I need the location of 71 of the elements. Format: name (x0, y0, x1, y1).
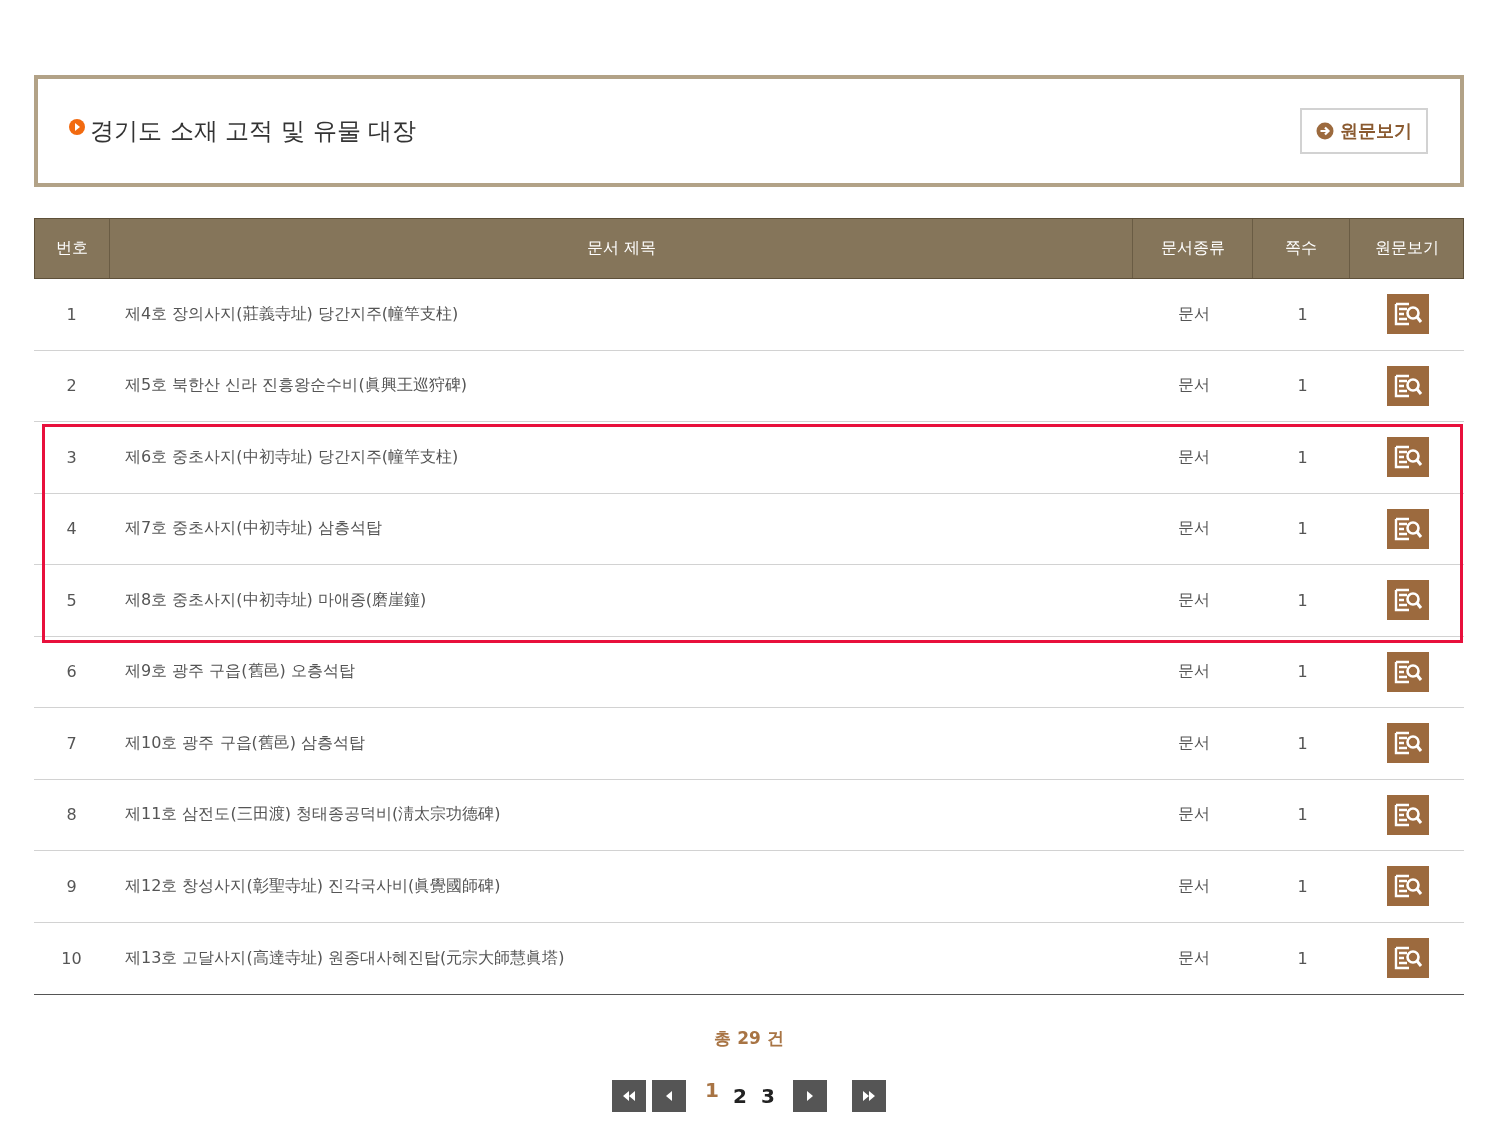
previous-page-button[interactable] (652, 1080, 687, 1112)
document-title[interactable]: 제5호 북한산 신라 진흥왕순수비(眞興王巡狩碑) (125, 375, 467, 397)
right-arrow-icon (806, 1091, 814, 1101)
document-title[interactable]: 제13호 고달사지(高達寺址) 원종대사혜진탑(元宗大師慧眞塔) (125, 947, 565, 969)
row-number: 8 (66, 805, 77, 825)
document-search-icon[interactable] (1386, 580, 1429, 621)
page-link[interactable]: 3 (760, 1084, 775, 1108)
document-title[interactable]: 제9호 광주 구읍(舊邑) 오층석탑 (125, 661, 355, 683)
first-page-button[interactable] (612, 1080, 647, 1112)
view-original-button[interactable]: 원문보기 (1300, 108, 1428, 154)
document-title[interactable]: 제10호 광주 구읍(舊邑) 삼층석탑 (125, 732, 366, 754)
document-search-icon[interactable] (1386, 437, 1429, 478)
document-title[interactable]: 제8호 중초사지(中初寺址) 마애종(磨崖鐘) (125, 589, 427, 611)
column-header: 문서종류 (1160, 238, 1225, 259)
document-title[interactable]: 제11호 삼전도(三田渡) 청태종공덕비(淸太宗功德碑) (125, 804, 501, 826)
page-count: 1 (1297, 876, 1308, 896)
row-number: 10 (61, 948, 82, 968)
document-type: 문서 (1178, 732, 1210, 754)
document-search-icon[interactable] (1386, 365, 1429, 406)
row-number: 5 (66, 590, 77, 610)
page-count: 1 (1297, 447, 1308, 467)
row-number: 1 (66, 304, 77, 324)
page-link[interactable]: 1 (705, 1078, 720, 1108)
row-number: 9 (66, 876, 77, 896)
document-type: 문서 (1178, 875, 1210, 897)
page-count: 1 (1297, 948, 1308, 968)
page-count: 1 (1297, 376, 1308, 396)
document-type: 문서 (1178, 661, 1210, 683)
column-header: 쪽수 (1285, 238, 1318, 259)
document-type: 문서 (1178, 947, 1210, 969)
row-number: 6 (66, 662, 77, 682)
left-arrow-icon (665, 1091, 673, 1101)
document-title[interactable]: 제7호 중초사지(中初寺址) 삼층석탑 (125, 518, 382, 540)
next-page-button[interactable] (792, 1080, 827, 1112)
page-title: 경기도 소재 고적 및 유물 대장 (90, 116, 417, 147)
document-title[interactable]: 제6호 중초사지(中初寺址) 당간지주(幢竿支柱) (125, 446, 459, 468)
row-number: 4 (66, 519, 77, 539)
document-search-icon[interactable] (1386, 294, 1429, 335)
document-search-icon[interactable] (1386, 723, 1429, 764)
page-count: 1 (1297, 805, 1308, 825)
page-count: 1 (1297, 519, 1308, 539)
row-number: 3 (66, 447, 77, 467)
page-count: 1 (1297, 304, 1308, 324)
document-type: 문서 (1178, 375, 1210, 397)
column-header: 원문보기 (1374, 238, 1439, 259)
row-number: 7 (66, 733, 77, 753)
document-search-icon[interactable] (1386, 794, 1429, 835)
double-left-arrow-icon (622, 1091, 637, 1101)
play-bullet-icon (68, 118, 86, 136)
document-search-icon[interactable] (1386, 651, 1429, 692)
row-number: 2 (66, 376, 77, 396)
document-type: 문서 (1178, 303, 1210, 325)
total-count: 총 29 건 (713, 1027, 785, 1050)
document-search-icon[interactable] (1386, 866, 1429, 907)
page-count: 1 (1297, 662, 1308, 682)
page-count: 1 (1297, 590, 1308, 610)
document-type: 문서 (1178, 804, 1210, 826)
column-header: 문서 제목 (586, 238, 656, 259)
document-type: 문서 (1178, 446, 1210, 468)
document-search-icon[interactable] (1386, 508, 1429, 549)
document-type: 문서 (1178, 518, 1210, 540)
document-title[interactable]: 제12호 창성사지(彰聖寺址) 진각국사비(眞覺國師碑) (125, 875, 501, 897)
column-header: 번호 (55, 238, 88, 259)
document-type: 문서 (1178, 589, 1210, 611)
last-page-button[interactable] (851, 1080, 886, 1112)
arrow-circle-icon (1316, 122, 1334, 140)
document-title[interactable]: 제4호 장의사지(莊義寺址) 당간지주(幢竿支柱) (125, 303, 459, 325)
page-link[interactable]: 2 (733, 1084, 747, 1108)
double-right-arrow-icon (861, 1091, 876, 1101)
page-count: 1 (1297, 733, 1308, 753)
document-search-icon[interactable] (1386, 938, 1429, 979)
